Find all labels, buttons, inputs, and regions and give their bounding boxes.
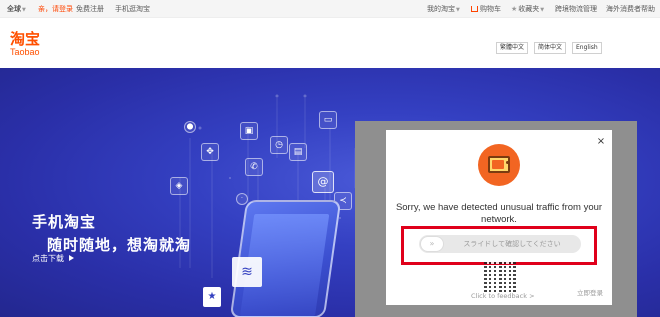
coupon-icon: ◈ [170,177,188,195]
favorites-menu[interactable]: ★收藏夹▼ [511,4,544,15]
my-taobao-menu[interactable]: 我的淘宝▼ [427,4,460,15]
register-link[interactable]: 免费注册 [76,4,104,14]
shopping-bag-icon: ▣ [240,122,258,140]
chevron-down-icon: ▼ [456,7,460,13]
logo-chinese: 淘宝 [10,30,41,48]
wallet-icon: ▤ [289,143,307,161]
slider-instruction: スライドして確認してください [463,240,561,248]
tv-screen [492,160,504,169]
feedback-link[interactable]: Click to feedback > [471,292,535,300]
phone-call-icon: ✆ [245,158,263,176]
hero-subtitle: 随时随地，想淘就淘 [47,236,192,254]
site-header: 淘宝 Taobao 繁體中文 简体中文 English [0,18,660,68]
top-utility-bar: 全球▼ 亲，请登录 免费注册 手机逛淘宝 我的淘宝▼ 购物车 ★收藏夹▼ 跨境物… [0,0,660,18]
slider-handle[interactable]: » [420,236,444,252]
chevron-down-icon: ▼ [540,7,545,13]
slide-to-verify-slider[interactable]: » スライドして確認してください [419,235,581,253]
at-sign-icon: @ [312,171,334,193]
tv-mascot-icon [478,144,520,186]
clock-icon: ◷ [270,136,288,154]
chevron-down-icon: ▼ [22,7,26,13]
play-arrow-icon [69,255,74,261]
unusual-traffic-message: Sorry, we have detected unusual traffic … [395,202,603,225]
star-icon: ★ [511,5,518,13]
qr-code [484,262,516,292]
tv-icon: ▭ [319,111,337,129]
logistics-link[interactable]: 跨境物流管理 [555,4,597,14]
small-dot-icon: · [236,193,248,205]
cart-icon [471,6,478,12]
download-link[interactable]: 点击下载 [32,253,74,264]
region-selector[interactable]: 全球▼ [7,4,26,15]
login-now-link[interactable]: 立即登录 [577,287,603,297]
lang-english[interactable]: English [572,42,602,54]
login-link[interactable]: 亲，请登录 [38,4,73,14]
gamepad-icon: ✥ [201,143,219,161]
tv-knob [506,161,509,164]
overseas-help-link[interactable]: 海外消费者帮助 [606,4,655,14]
logo-english: Taobao [10,47,40,57]
lang-simplified-chinese[interactable]: 简体中文 [534,42,567,54]
lang-traditional-chinese[interactable]: 繁體中文 [496,42,529,54]
location-pin-icon: ⬤ [184,121,196,133]
tv-body [488,156,510,173]
taobao-logo[interactable]: 淘宝 Taobao [10,32,60,62]
wifi-icon: ≋ [232,257,262,287]
close-button[interactable]: × [595,136,607,148]
hero-title: 手机淘宝 [32,213,97,231]
mobile-taobao-link[interactable]: 手机逛淘宝 [115,4,150,14]
cart-link[interactable]: 购物车 [471,4,501,14]
star-bag-icon: ★ [203,287,221,307]
